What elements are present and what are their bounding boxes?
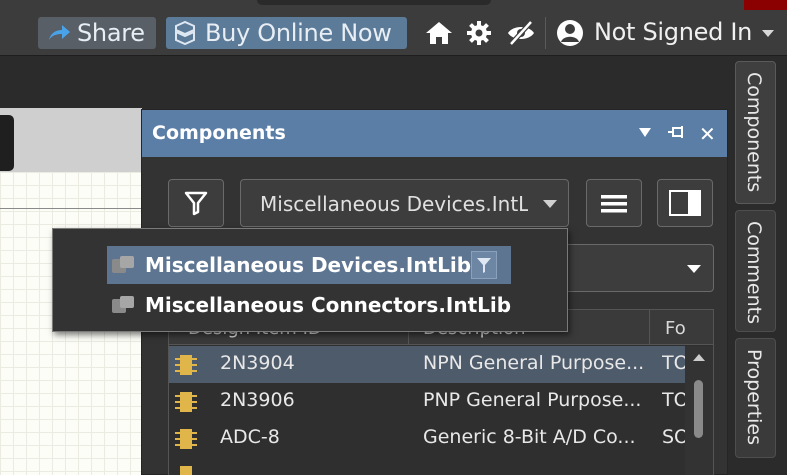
dropdown-item-misc-connectors[interactable]: Miscellaneous Connectors.IntLib <box>107 286 547 324</box>
dropdown-item-label: Miscellaneous Connectors.IntLib <box>145 293 512 317</box>
menu-button[interactable] <box>586 179 642 227</box>
panel-header: Components ✕ <box>142 110 727 157</box>
row-id: 2N3904 <box>220 352 295 374</box>
row-description: PNP General Purpose... <box>423 389 642 411</box>
tab-label: Comments <box>743 221 765 324</box>
user-status-label[interactable]: Not Signed In <box>594 18 752 46</box>
close-window-area[interactable] <box>744 0 787 10</box>
buy-online-label: Buy Online Now <box>205 19 392 47</box>
ic-chip-icon <box>180 466 192 475</box>
vertical-scrollbar[interactable] <box>685 346 713 475</box>
user-avatar-icon[interactable] <box>556 19 584 47</box>
column-header-footprint[interactable]: Fo <box>665 318 689 339</box>
ic-chip-icon <box>175 355 197 375</box>
side-panel-tabs: Components Comments Properties <box>732 57 787 475</box>
sheet-border-line <box>0 208 142 209</box>
tab-label: Components <box>743 72 765 193</box>
column-divider[interactable] <box>649 310 650 345</box>
ic-chip-icon <box>175 392 197 412</box>
title-bar: Share Buy Online Now Not Signed In <box>0 0 787 56</box>
table-row[interactable]: 2N3904 NPN General Purpose... TO <box>169 346 685 383</box>
panel-title: Components <box>152 122 286 144</box>
library-select[interactable]: Miscellaneous Devices.IntLib <box>240 179 569 227</box>
share-button-label: Share <box>77 19 145 47</box>
tab-properties[interactable]: Properties <box>735 338 776 458</box>
tab-comments[interactable]: Comments <box>735 210 776 332</box>
library-select-value: Miscellaneous Devices.IntLib <box>260 192 528 216</box>
share-arrow-icon <box>49 25 70 40</box>
ic-chip-icon <box>175 429 197 449</box>
split-pane-icon <box>669 190 701 216</box>
table-row[interactable]: ADC-8 Generic 8-Bit A/D Co... SO <box>169 420 685 457</box>
library-icon <box>112 256 134 273</box>
filter-button[interactable] <box>168 179 224 227</box>
scroll-thumb[interactable] <box>694 380 703 438</box>
hamburger-icon <box>601 195 627 213</box>
search-history-caret-icon[interactable] <box>687 265 701 273</box>
row-footprint: TO <box>662 389 685 411</box>
library-dropdown-list: Miscellaneous Devices.IntLib Miscellaneo… <box>52 228 568 332</box>
row-footprint: SO <box>662 426 685 448</box>
tab-label: Properties <box>743 349 765 446</box>
scroll-knob-icon[interactable] <box>0 115 16 171</box>
dropdown-item-label: Miscellaneous Devices.IntLib <box>145 253 472 277</box>
tab-components[interactable]: Components <box>735 61 776 204</box>
row-description: NPN General Purpose... <box>423 352 645 374</box>
components-grid: Design Item ID Description Fo 2N3904 NPN… <box>168 309 714 475</box>
scroll-up-icon[interactable] <box>693 354 705 361</box>
row-footprint: TO <box>662 352 685 374</box>
details-pane-button[interactable] <box>657 179 713 227</box>
panel-menu-icon[interactable] <box>639 128 651 137</box>
row-id: 2N3906 <box>220 389 295 411</box>
chevron-down-icon[interactable] <box>762 30 774 37</box>
altium-logo-icon <box>175 20 195 46</box>
share-button[interactable]: Share <box>38 17 156 49</box>
gear-icon[interactable] <box>466 20 492 46</box>
library-icon <box>112 296 134 313</box>
window-tab[interactable] <box>257 0 491 5</box>
row-description: Generic 8-Bit A/D Co... <box>423 426 636 448</box>
home-icon[interactable] <box>425 20 453 46</box>
filter-icon[interactable] <box>471 251 497 279</box>
pin-icon[interactable] <box>667 125 687 141</box>
table-row[interactable]: 2N3906 PNP General Purpose... TO <box>169 383 685 420</box>
close-icon[interactable]: ✕ <box>699 122 716 146</box>
buy-online-button[interactable]: Buy Online Now <box>166 17 407 49</box>
toolbar-divider <box>545 17 546 49</box>
document-tab-strip <box>0 108 142 172</box>
dropdown-caret-icon <box>543 200 557 208</box>
dropdown-item-misc-devices[interactable]: Miscellaneous Devices.IntLib <box>107 246 511 284</box>
table-row[interactable] <box>169 457 685 475</box>
eye-off-icon[interactable] <box>506 20 536 46</box>
row-id: ADC-8 <box>220 426 280 448</box>
filter-icon <box>184 191 208 216</box>
